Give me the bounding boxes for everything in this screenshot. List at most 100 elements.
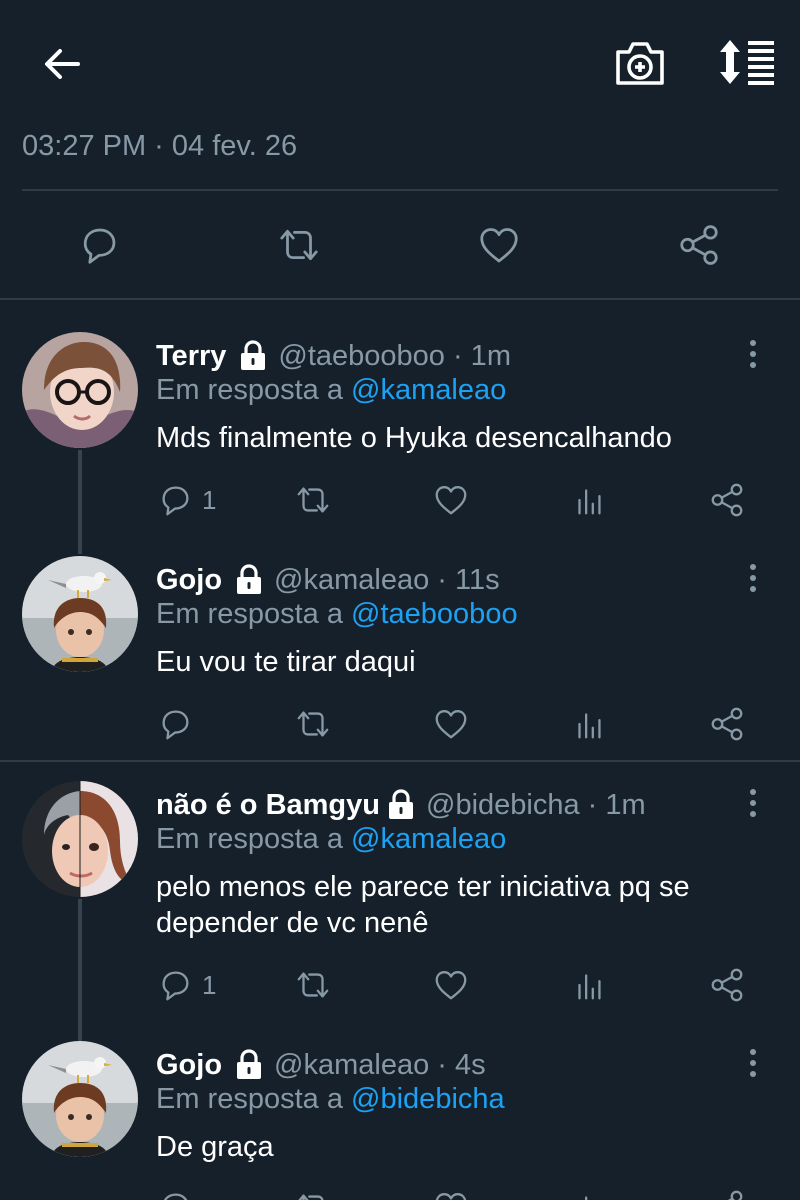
more-options-icon[interactable] <box>744 338 762 370</box>
avatar[interactable] <box>22 1041 138 1157</box>
like-button[interactable] <box>432 1187 470 1200</box>
reply-prefix: Em resposta a <box>156 374 343 406</box>
reply-context: Em resposta a @kamaleao <box>156 374 506 407</box>
analytics-button[interactable] <box>570 480 608 520</box>
mention-link[interactable]: @kamaleao <box>351 374 506 406</box>
retweet-button[interactable] <box>294 1187 332 1200</box>
back-arrow-icon[interactable] <box>40 42 84 86</box>
like-icon <box>432 1188 470 1200</box>
analytics-button[interactable] <box>570 704 608 744</box>
share-icon <box>708 966 746 1004</box>
like-button[interactable] <box>432 480 470 520</box>
analytics-icon <box>570 1188 608 1200</box>
handle-and-time: @kamaleao · 4s <box>274 1048 486 1081</box>
more-options-icon[interactable] <box>744 787 762 819</box>
share-button[interactable] <box>708 965 746 1005</box>
reply-button[interactable] <box>156 1187 202 1200</box>
reply-context: Em resposta a @kamaleao <box>156 823 506 856</box>
camera-add-icon[interactable] <box>614 38 666 88</box>
tweet-header: Gojo @kamaleao · 11s <box>156 562 500 598</box>
retweet-icon <box>294 481 332 519</box>
like-button[interactable] <box>432 704 470 744</box>
tweet-text: Mds finalmente o Hyuka desencalhando <box>156 422 672 454</box>
lock-icon <box>234 564 264 596</box>
analytics-icon <box>570 481 608 519</box>
tweet-actions <box>156 1187 756 1200</box>
retweet-button[interactable] <box>294 965 332 1005</box>
tweet-header: Terry @taebooboo · 1m <box>156 338 511 374</box>
handle-and-time: @kamaleao · 11s <box>274 563 500 596</box>
reply-button[interactable]: 1 <box>156 965 216 1005</box>
analytics-icon <box>570 966 608 1004</box>
like-icon[interactable] <box>476 222 522 268</box>
mention-link[interactable]: @kamaleao <box>351 823 506 855</box>
mention-link[interactable]: @bidebicha <box>351 1083 505 1115</box>
share-button[interactable] <box>708 1187 746 1200</box>
divider <box>22 189 778 191</box>
analytics-button[interactable] <box>570 965 608 1005</box>
reply-icon[interactable] <box>76 222 122 268</box>
tweet-header: não é o Bamgyu @bidebicha · 1m <box>156 787 646 823</box>
tweet-text: Eu vou te tirar daqui <box>156 646 416 678</box>
share-icon <box>708 1188 746 1200</box>
reply-context: Em resposta a @taebooboo <box>156 598 518 631</box>
reply-button[interactable] <box>156 704 202 744</box>
mention-link[interactable]: @taebooboo <box>351 598 518 630</box>
like-icon <box>432 705 470 743</box>
reply-icon <box>156 1188 194 1200</box>
tweet-actions: 1 <box>156 480 756 520</box>
like-button[interactable] <box>432 965 470 1005</box>
reply-prefix: Em resposta a <box>156 1083 343 1115</box>
more-options-icon[interactable] <box>744 1047 762 1079</box>
share-icon[interactable] <box>676 222 722 268</box>
avatar[interactable] <box>22 781 138 897</box>
reply-tweet[interactable]: Gojo @kamaleao · 11s Em resposta a @taeb… <box>0 556 800 756</box>
retweet-button[interactable] <box>294 704 332 744</box>
thread-connector <box>78 899 82 1041</box>
reply-tweet[interactable]: Gojo @kamaleao · 4s Em resposta a @bideb… <box>0 1041 800 1200</box>
retweet-icon <box>294 966 332 1004</box>
like-icon <box>432 481 470 519</box>
retweet-icon <box>294 1188 332 1200</box>
retweet-button[interactable] <box>294 480 332 520</box>
reply-icon <box>156 705 194 743</box>
like-icon <box>432 966 470 1004</box>
share-icon <box>708 705 746 743</box>
tweet-actions: 1 <box>156 965 756 1005</box>
handle-and-time: @taebooboo · 1m <box>278 339 511 372</box>
reply-icon <box>156 481 194 519</box>
sort-list-icon[interactable] <box>716 38 778 86</box>
reply-prefix: Em resposta a <box>156 823 343 855</box>
reply-tweet[interactable]: não é o Bamgyu @bidebicha · 1m Em respos… <box>0 781 800 1041</box>
more-options-icon[interactable] <box>744 562 762 594</box>
share-button[interactable] <box>708 480 746 520</box>
display-name[interactable]: Gojo <box>156 1049 222 1082</box>
reply-icon <box>156 966 194 1004</box>
analytics-button[interactable] <box>570 1187 608 1200</box>
avatar[interactable] <box>22 332 138 448</box>
avatar[interactable] <box>22 556 138 672</box>
display-name[interactable]: não é o Bamgyu <box>156 789 380 822</box>
display-name[interactable]: Gojo <box>156 564 222 597</box>
divider <box>0 298 800 300</box>
reply-tweet[interactable]: Terry @taebooboo · 1m Em resposta a @kam… <box>0 332 800 554</box>
share-icon <box>708 481 746 519</box>
lock-icon <box>238 340 268 372</box>
lock-icon <box>234 1049 264 1081</box>
display-name[interactable]: Terry <box>156 340 226 373</box>
tweet-text: pelo menos ele parece ter iniciativa pq … <box>156 871 690 939</box>
tweet-actions <box>156 704 756 744</box>
top-app-bar <box>0 0 800 125</box>
analytics-icon <box>570 705 608 743</box>
tweet-text: De graça <box>156 1131 274 1163</box>
share-button[interactable] <box>708 704 746 744</box>
reply-button[interactable]: 1 <box>156 480 216 520</box>
tweet-timestamp: 03:27 PM · 04 fev. 26 <box>22 130 298 162</box>
reply-count: 1 <box>202 484 217 515</box>
retweet-icon <box>294 705 332 743</box>
tweet-header: Gojo @kamaleao · 4s <box>156 1047 486 1083</box>
retweet-icon[interactable] <box>276 222 322 268</box>
divider <box>0 760 800 762</box>
reply-context: Em resposta a @bidebicha <box>156 1083 505 1116</box>
reply-count: 1 <box>202 969 217 1000</box>
